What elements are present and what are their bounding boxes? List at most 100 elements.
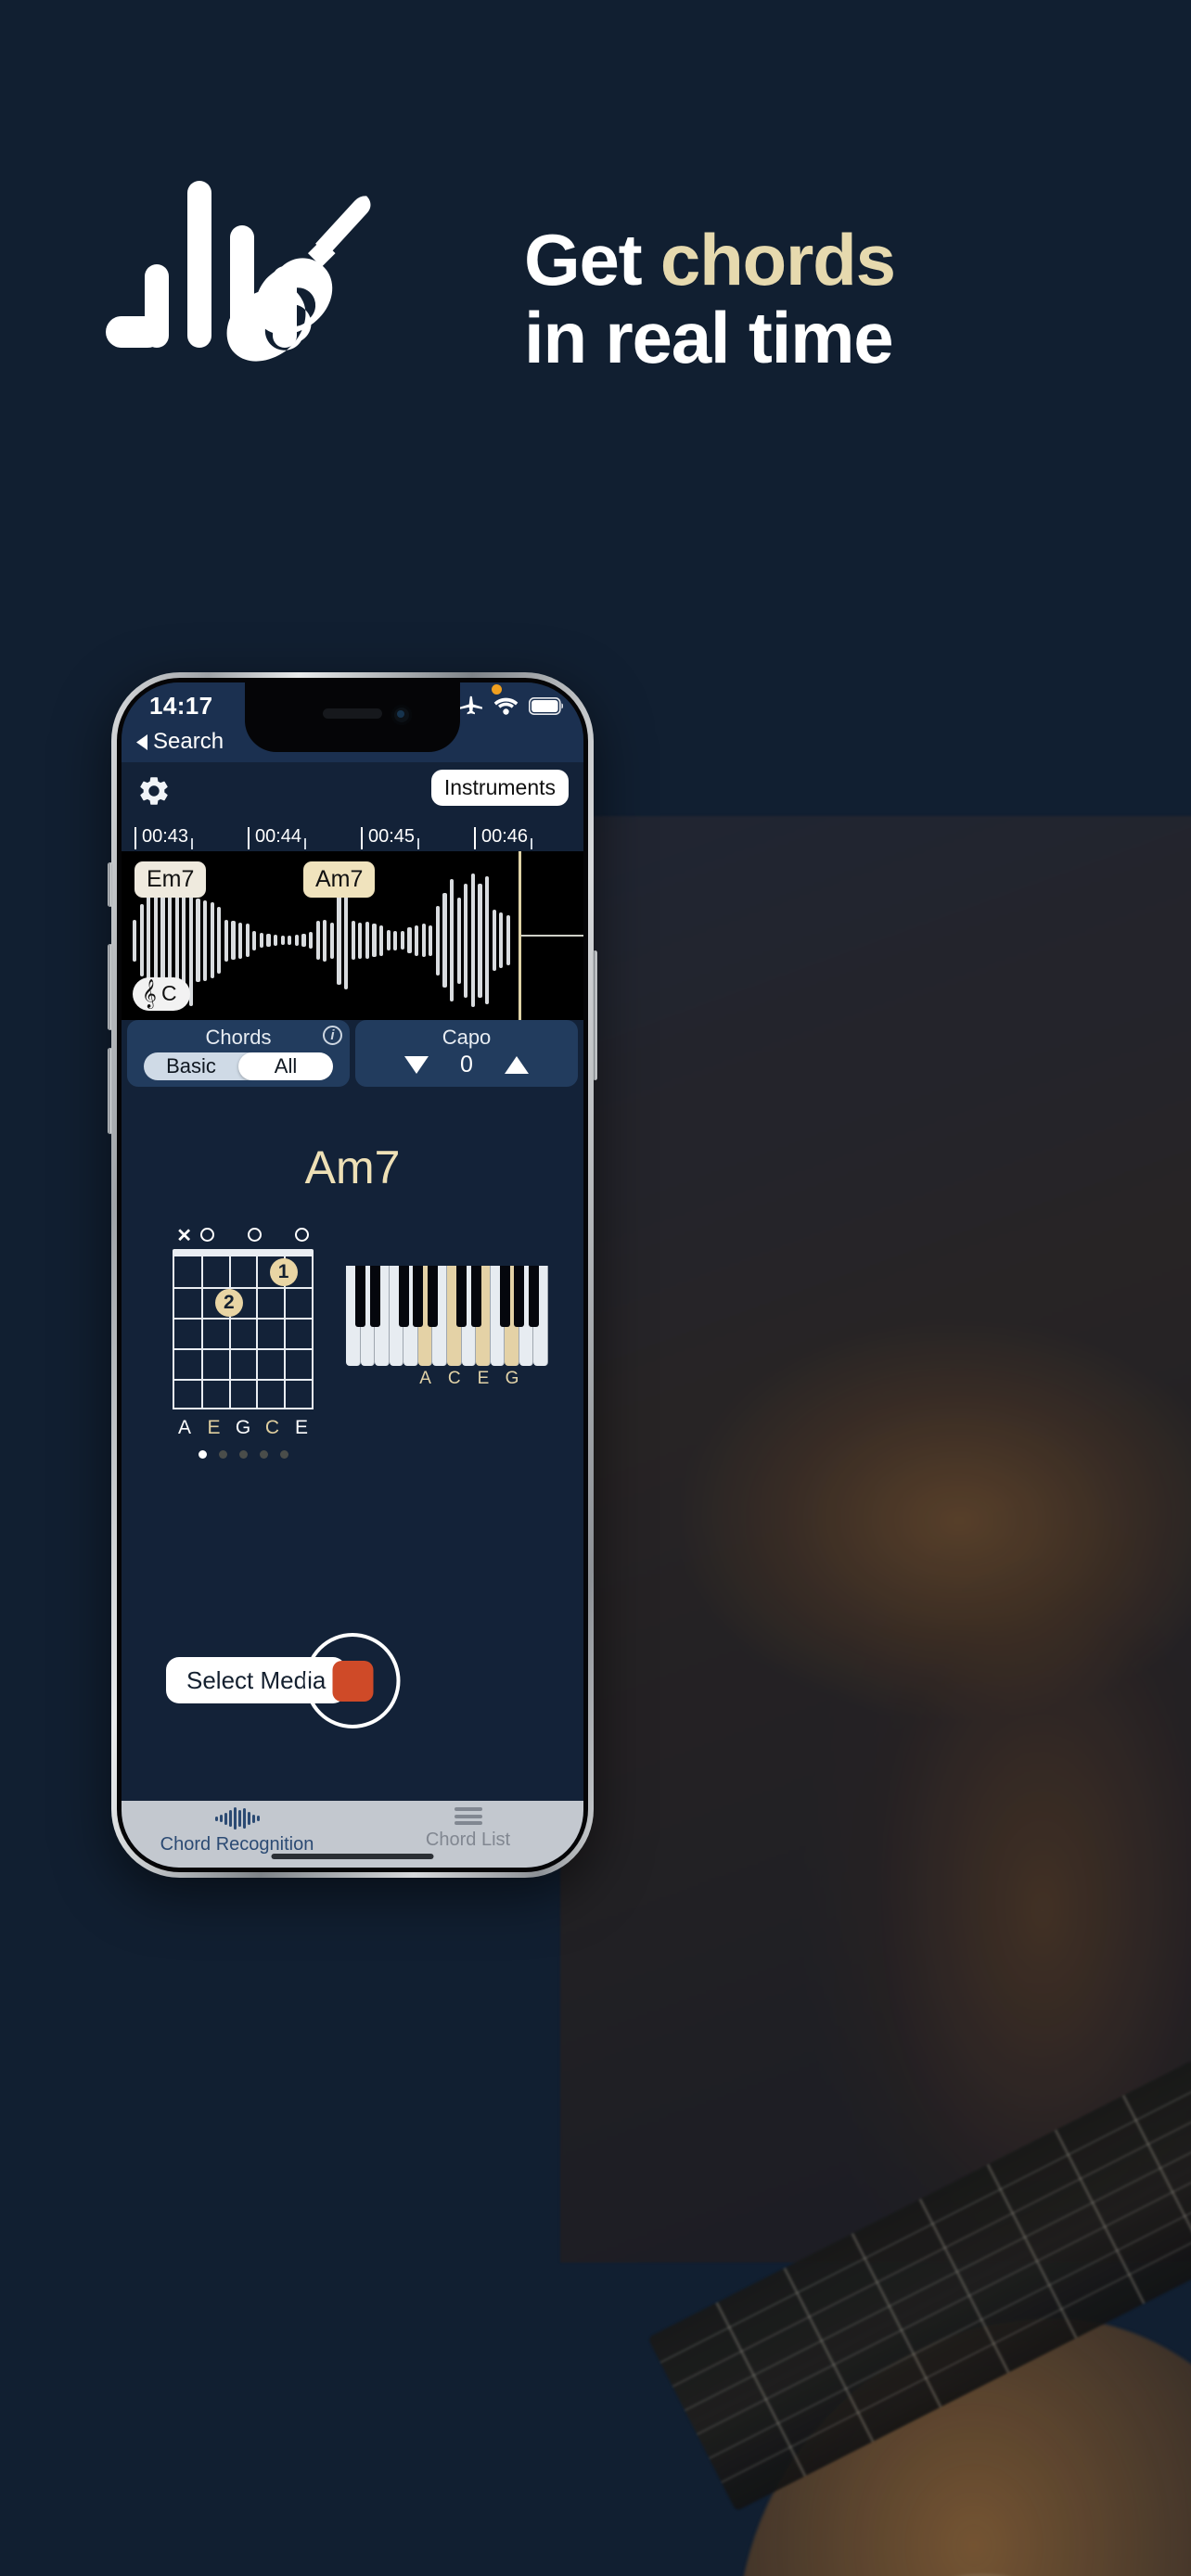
piano-black-key[interactable] <box>427 1266 438 1327</box>
guitar-string <box>660 2084 1191 2364</box>
waveform-bar <box>237 1810 241 1827</box>
waveform-bar <box>415 925 419 956</box>
waveform-bar <box>372 924 377 957</box>
instruments-button[interactable]: Instruments <box>430 770 569 806</box>
status-icons <box>459 695 563 716</box>
piano-black-key[interactable] <box>355 1266 366 1327</box>
waveform-bar <box>203 899 208 981</box>
piano-black-key[interactable] <box>470 1266 481 1327</box>
guitar-string <box>721 2203 1191 2483</box>
segment-basic[interactable]: Basic <box>144 1052 238 1080</box>
pager-dot[interactable] <box>198 1450 207 1459</box>
chord-chip[interactable]: Am7 <box>303 861 376 898</box>
pager-dot[interactable] <box>238 1450 248 1459</box>
waveform-bar <box>309 932 314 949</box>
app-toolbar: Instruments <box>122 762 583 823</box>
waveform-bar <box>245 924 250 957</box>
back-to-search-link[interactable]: Search <box>136 729 224 755</box>
waveform-bar <box>450 879 455 1001</box>
guitar-string <box>696 2155 1191 2436</box>
current-chord-name: Am7 <box>304 1141 401 1193</box>
pager-dot[interactable] <box>259 1450 268 1459</box>
waveform-bar <box>358 922 363 959</box>
voicing-pager[interactable] <box>173 1450 314 1459</box>
waveform-bar <box>315 921 320 960</box>
piano-black-key[interactable] <box>499 1266 510 1327</box>
no-mark <box>266 1226 289 1245</box>
piano-note-label: C <box>447 1369 461 1388</box>
waveform-bar <box>301 934 306 947</box>
waveform-bar <box>133 919 137 962</box>
timeline-minor-tick <box>417 838 419 849</box>
open-string-icon <box>196 1226 219 1245</box>
tab-chord-list[interactable]: Chord List <box>352 1807 583 1851</box>
piano-black-key[interactable] <box>456 1266 467 1327</box>
timeline-ruler[interactable]: 00:43 00:44 00:45 00:46 <box>122 823 583 851</box>
capo-decrement-button[interactable] <box>404 1056 429 1074</box>
gear-icon[interactable] <box>136 773 172 809</box>
guitar-chord-diagram[interactable]: ✕ 12 AEGCE <box>173 1224 314 1459</box>
key-label: C <box>160 981 177 1005</box>
tab-chord-recognition[interactable]: Chord Recognition <box>122 1807 352 1855</box>
waveform-bar <box>231 921 236 960</box>
waveform-bar <box>219 1815 223 1822</box>
guitar-fret <box>1054 2129 1146 2304</box>
chords-panel: Chords i Basic All <box>127 1020 350 1087</box>
string-note-label: G <box>235 1417 251 1438</box>
waveform-bar <box>228 1810 232 1827</box>
volume-down-button[interactable] <box>108 1048 112 1134</box>
status-bar: 14:17 Search <box>122 682 583 762</box>
waveform-bar <box>288 935 292 946</box>
waveform-bar <box>365 921 369 960</box>
piano-black-key[interactable] <box>514 1266 525 1327</box>
waveform-bar <box>256 1816 260 1821</box>
piano-black-key[interactable] <box>398 1266 409 1327</box>
capo-value: 0 <box>460 1052 473 1078</box>
chord-chip[interactable]: Em7 <box>134 861 207 898</box>
segment-all[interactable]: All <box>238 1052 333 1080</box>
stop-record-button[interactable] <box>304 1633 401 1728</box>
tab-bar: Chord Recognition Chord List <box>122 1801 583 1868</box>
volume-up-button[interactable] <box>108 944 112 1030</box>
status-time: 14:17 <box>149 692 213 720</box>
power-button[interactable] <box>593 950 597 1080</box>
phone-mockup: 14:17 Search Instruments 00:43 00:44 00:… <box>108 672 597 1878</box>
guitar-nut <box>173 1249 314 1256</box>
no-mark <box>220 1226 243 1245</box>
capo-panel: Capo 0 <box>355 1020 578 1087</box>
notch <box>245 682 460 752</box>
pager-dot[interactable] <box>279 1450 288 1459</box>
home-indicator[interactable] <box>271 1854 434 1859</box>
hamburger-icon <box>454 1807 482 1825</box>
waveform-bar <box>252 930 257 950</box>
waveform-bar <box>224 1812 227 1825</box>
timeline-major-tick <box>248 827 250 849</box>
capo-increment-button[interactable] <box>504 1056 529 1074</box>
silent-switch[interactable] <box>108 862 112 907</box>
timeline-label: 00:44 <box>255 826 302 847</box>
info-icon[interactable]: i <box>323 1026 342 1045</box>
waveform-bar <box>400 931 404 950</box>
string-line <box>228 1256 231 1408</box>
pager-dot[interactable] <box>218 1450 227 1459</box>
piano-black-key[interactable] <box>528 1266 539 1327</box>
waveform-bar <box>421 924 426 957</box>
chords-mode-segmented-control[interactable]: Basic All <box>144 1052 333 1080</box>
waveform-bar <box>499 912 504 968</box>
string-line <box>201 1256 204 1408</box>
string-note-labels: AEGCE <box>173 1417 314 1439</box>
key-badge[interactable]: 𝄞 C <box>133 977 190 1011</box>
piano-chord-diagram[interactable] <box>346 1266 548 1366</box>
waveform-bar <box>251 1814 255 1823</box>
guitar-fret <box>715 2302 807 2477</box>
guitar-string <box>684 2131 1191 2412</box>
waveform-bar <box>224 919 228 962</box>
waveform-view[interactable]: Em7 Am7 𝄞 C <box>122 851 583 1020</box>
timeline-major-tick <box>474 827 476 849</box>
headline-line-2: in real time <box>524 297 894 379</box>
piano-black-key[interactable] <box>413 1266 424 1327</box>
capo-stepper: 0 <box>355 1052 578 1078</box>
waveform-icon <box>214 1807 260 1830</box>
piano-black-key[interactable] <box>369 1266 380 1327</box>
tab-label: Chord List <box>425 1830 511 1850</box>
